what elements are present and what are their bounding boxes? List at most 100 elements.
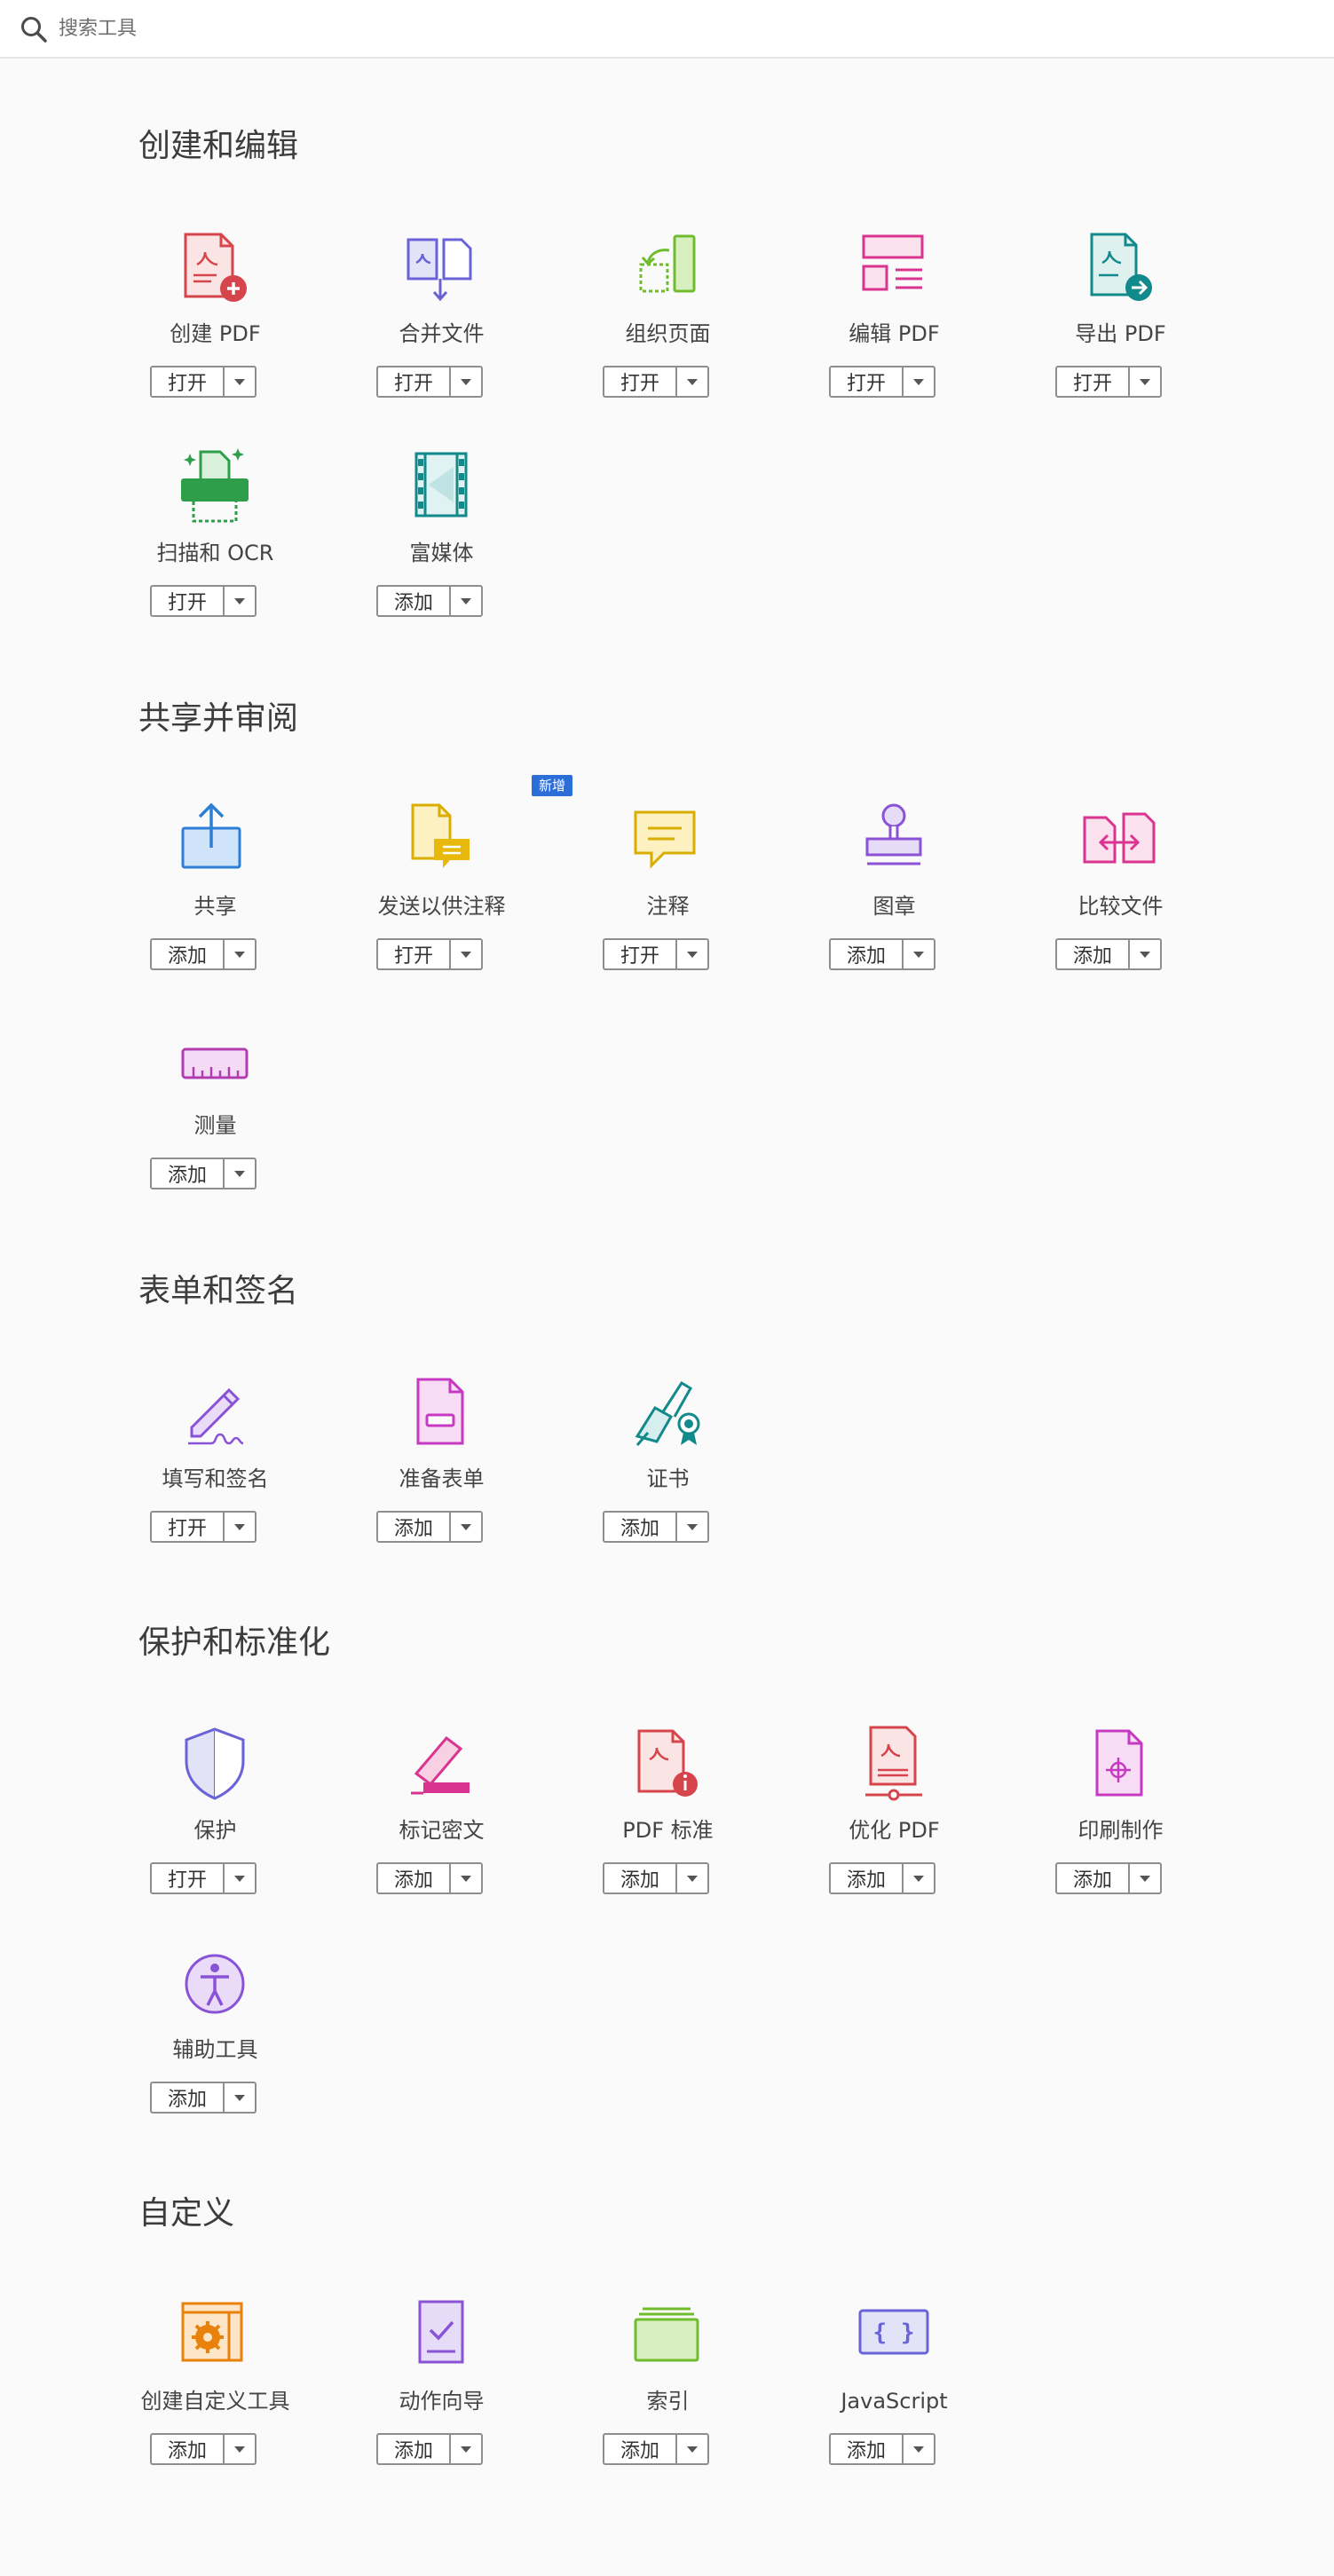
- tool-action-button[interactable]: 添加: [378, 587, 451, 615]
- tool-label[interactable]: 填写和签名: [102, 1465, 328, 1493]
- tool-dropdown-button[interactable]: [677, 367, 707, 396]
- tool-dropdown-button[interactable]: [904, 940, 934, 968]
- tool-label[interactable]: 印刷制作: [1007, 1816, 1234, 1845]
- tool-action-button[interactable]: 添加: [604, 1864, 677, 1892]
- tool-dropdown-button[interactable]: [451, 2435, 481, 2463]
- stamp-icon[interactable]: [849, 796, 938, 885]
- tool-action-button[interactable]: 添加: [378, 1513, 451, 1541]
- tool-label[interactable]: 索引: [555, 2387, 781, 2415]
- tool-dropdown-button[interactable]: [451, 587, 481, 615]
- tool-action-button[interactable]: 打开: [152, 1513, 225, 1541]
- tool-label[interactable]: 扫描和 OCR: [102, 539, 328, 567]
- search-input[interactable]: [59, 12, 1283, 44]
- tool-action-button[interactable]: 打开: [152, 1864, 225, 1892]
- tool-action-button[interactable]: 添加: [1057, 940, 1130, 968]
- tool-label[interactable]: 编辑 PDF: [781, 320, 1007, 348]
- tool-action-button[interactable]: 添加: [152, 1159, 225, 1188]
- tool-label[interactable]: 创建 PDF: [102, 320, 328, 348]
- tool-dropdown-button[interactable]: [225, 2083, 255, 2112]
- tool-label[interactable]: JavaScript: [781, 2387, 1007, 2415]
- tool-label[interactable]: 证书: [555, 1465, 781, 1493]
- tool-action-button[interactable]: 打开: [378, 940, 451, 968]
- share-icon[interactable]: [170, 796, 259, 885]
- tool-action-button[interactable]: 打开: [604, 367, 677, 396]
- tool-label[interactable]: 比较文件: [1007, 892, 1234, 921]
- combine-files-icon[interactable]: [397, 224, 485, 312]
- tool-dropdown-button[interactable]: [1130, 367, 1160, 396]
- tool-action-button[interactable]: 添加: [1057, 1864, 1130, 1892]
- javascript-icon[interactable]: { }: [849, 2291, 938, 2380]
- tool-label[interactable]: 辅助工具: [102, 2035, 328, 2064]
- tool-label[interactable]: 合并文件: [328, 320, 555, 348]
- comment-icon[interactable]: [623, 796, 712, 885]
- tool-action-button[interactable]: 添加: [831, 940, 904, 968]
- tool-dropdown-button[interactable]: [451, 367, 481, 396]
- tool-action-button[interactable]: 打开: [604, 940, 677, 968]
- organize-pages-icon[interactable]: [623, 224, 712, 312]
- tool-dropdown-button[interactable]: [677, 1864, 707, 1892]
- tool-label[interactable]: 共享: [102, 892, 328, 921]
- print-production-icon[interactable]: [1076, 1720, 1164, 1809]
- tool-label[interactable]: 注释: [555, 892, 781, 921]
- tool-label[interactable]: 富媒体: [328, 539, 555, 567]
- tool-dropdown-button[interactable]: [451, 1513, 481, 1541]
- tool-action-button[interactable]: 添加: [152, 2435, 225, 2463]
- tool-action-button[interactable]: 打开: [152, 587, 225, 615]
- protect-icon[interactable]: [170, 1720, 259, 1809]
- tool-action-button[interactable]: 添加: [831, 2435, 904, 2463]
- tool-dropdown-button[interactable]: [225, 1864, 255, 1892]
- tool-dropdown-button[interactable]: [677, 2435, 707, 2463]
- tool-label[interactable]: 图章: [781, 892, 1007, 921]
- pdf-standards-icon[interactable]: [623, 1720, 712, 1809]
- tool-action-button[interactable]: 添加: [831, 1864, 904, 1892]
- tool-dropdown-button[interactable]: [677, 1513, 707, 1541]
- tool-action-button[interactable]: 添加: [604, 2435, 677, 2463]
- tool-label[interactable]: 准备表单: [328, 1465, 555, 1493]
- tool-dropdown-button[interactable]: [225, 367, 255, 396]
- tool-action-button[interactable]: 打开: [1057, 367, 1130, 396]
- tool-dropdown-button[interactable]: [904, 1864, 934, 1892]
- tool-dropdown-button[interactable]: [225, 940, 255, 968]
- accessibility-icon[interactable]: [170, 1940, 259, 2028]
- edit-pdf-icon[interactable]: [849, 224, 938, 312]
- tool-dropdown-button[interactable]: [225, 2435, 255, 2463]
- tool-label[interactable]: 优化 PDF: [781, 1816, 1007, 1845]
- tool-label[interactable]: 组织页面: [555, 320, 781, 348]
- tool-action-button[interactable]: 添加: [378, 2435, 451, 2463]
- tool-dropdown-button[interactable]: [1130, 940, 1160, 968]
- tool-label[interactable]: 保护: [102, 1816, 328, 1845]
- tool-action-button[interactable]: 添加: [152, 940, 225, 968]
- tool-dropdown-button[interactable]: [677, 940, 707, 968]
- tool-label[interactable]: 导出 PDF: [1007, 320, 1234, 348]
- tool-dropdown-button[interactable]: [225, 587, 255, 615]
- tool-action-button[interactable]: 添加: [604, 1513, 677, 1541]
- optimize-pdf-icon[interactable]: [849, 1720, 938, 1809]
- tool-dropdown-button[interactable]: [904, 2435, 934, 2463]
- tool-dropdown-button[interactable]: [451, 1864, 481, 1892]
- tool-dropdown-button[interactable]: [904, 367, 934, 396]
- prepare-form-icon[interactable]: [397, 1369, 485, 1458]
- measure-icon[interactable]: [170, 1015, 259, 1104]
- tool-action-button[interactable]: 添加: [152, 2083, 225, 2112]
- compare-files-icon[interactable]: [1076, 796, 1164, 885]
- search-icon[interactable]: [19, 14, 49, 44]
- export-pdf-icon[interactable]: [1076, 224, 1164, 312]
- tool-label[interactable]: 标记密文: [328, 1816, 555, 1845]
- index-icon[interactable]: [623, 2291, 712, 2380]
- create-pdf-icon[interactable]: [170, 224, 259, 312]
- rich-media-icon[interactable]: [397, 443, 485, 532]
- certificates-icon[interactable]: [623, 1369, 712, 1458]
- scan-ocr-icon[interactable]: [170, 443, 259, 532]
- tool-label[interactable]: 发送以供注释: [328, 892, 555, 921]
- action-wizard-icon[interactable]: [397, 2291, 485, 2380]
- tool-label[interactable]: 动作向导: [328, 2387, 555, 2415]
- tool-action-button[interactable]: 打开: [831, 367, 904, 396]
- tool-dropdown-button[interactable]: [451, 940, 481, 968]
- tool-action-button[interactable]: 打开: [152, 367, 225, 396]
- tool-label[interactable]: 创建自定义工具: [102, 2387, 328, 2415]
- redact-icon[interactable]: [397, 1720, 485, 1809]
- tool-dropdown-button[interactable]: [225, 1159, 255, 1188]
- tool-label[interactable]: PDF 标准: [555, 1816, 781, 1845]
- send-for-comments-icon[interactable]: 新增: [397, 775, 573, 885]
- tool-action-button[interactable]: 打开: [378, 367, 451, 396]
